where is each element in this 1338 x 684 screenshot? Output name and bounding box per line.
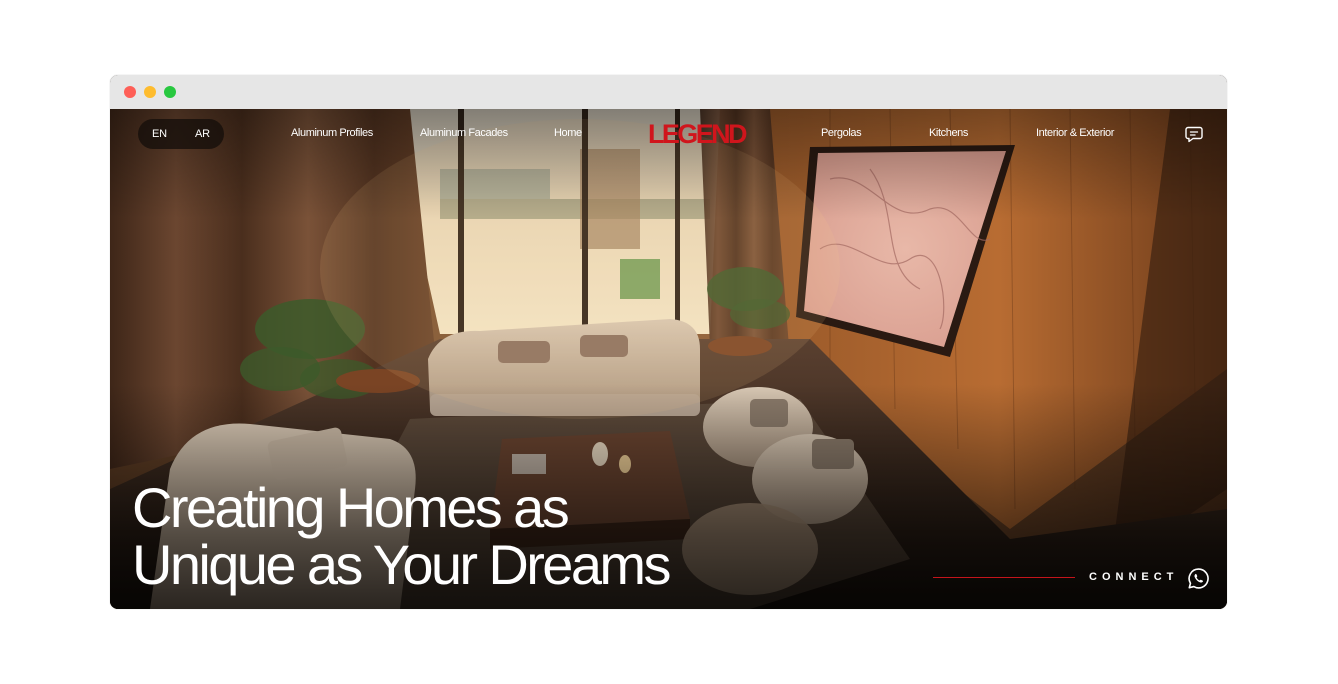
window-titlebar (110, 75, 1227, 109)
connect-divider-line (933, 577, 1075, 578)
nav-home[interactable]: Home (554, 127, 582, 139)
lang-ar-button[interactable]: AR (189, 126, 216, 142)
maximize-window-button[interactable] (164, 86, 176, 98)
chat-bubble-icon[interactable] (1184, 124, 1204, 144)
nav-pergolas[interactable]: Pergolas (821, 127, 862, 139)
nav-kitchens[interactable]: Kitchens (929, 127, 968, 139)
brand-logo[interactable]: LEGEND (648, 119, 748, 149)
nav-interior-exterior[interactable]: Interior & Exterior (1036, 127, 1114, 139)
connect-button[interactable]: CONNECT (1089, 571, 1178, 583)
close-window-button[interactable] (124, 86, 136, 98)
hero-section: EN AR Aluminum Profiles Aluminum Facades… (110, 109, 1227, 609)
hero-headline-line2: Unique as Your Dreams (132, 533, 671, 596)
hero-headline-line1: Creating Homes as (132, 476, 570, 539)
language-switcher: EN AR (138, 119, 224, 149)
minimize-window-button[interactable] (144, 86, 156, 98)
hero-headline: Creating Homes as Unique as Your Dreams (132, 476, 671, 596)
whatsapp-icon[interactable] (1187, 567, 1210, 590)
lang-en-button[interactable]: EN (146, 126, 173, 142)
browser-window: EN AR Aluminum Profiles Aluminum Facades… (110, 75, 1227, 609)
nav-aluminum-profiles[interactable]: Aluminum Profiles (291, 127, 373, 139)
nav-aluminum-facades[interactable]: Aluminum Facades (420, 127, 508, 139)
